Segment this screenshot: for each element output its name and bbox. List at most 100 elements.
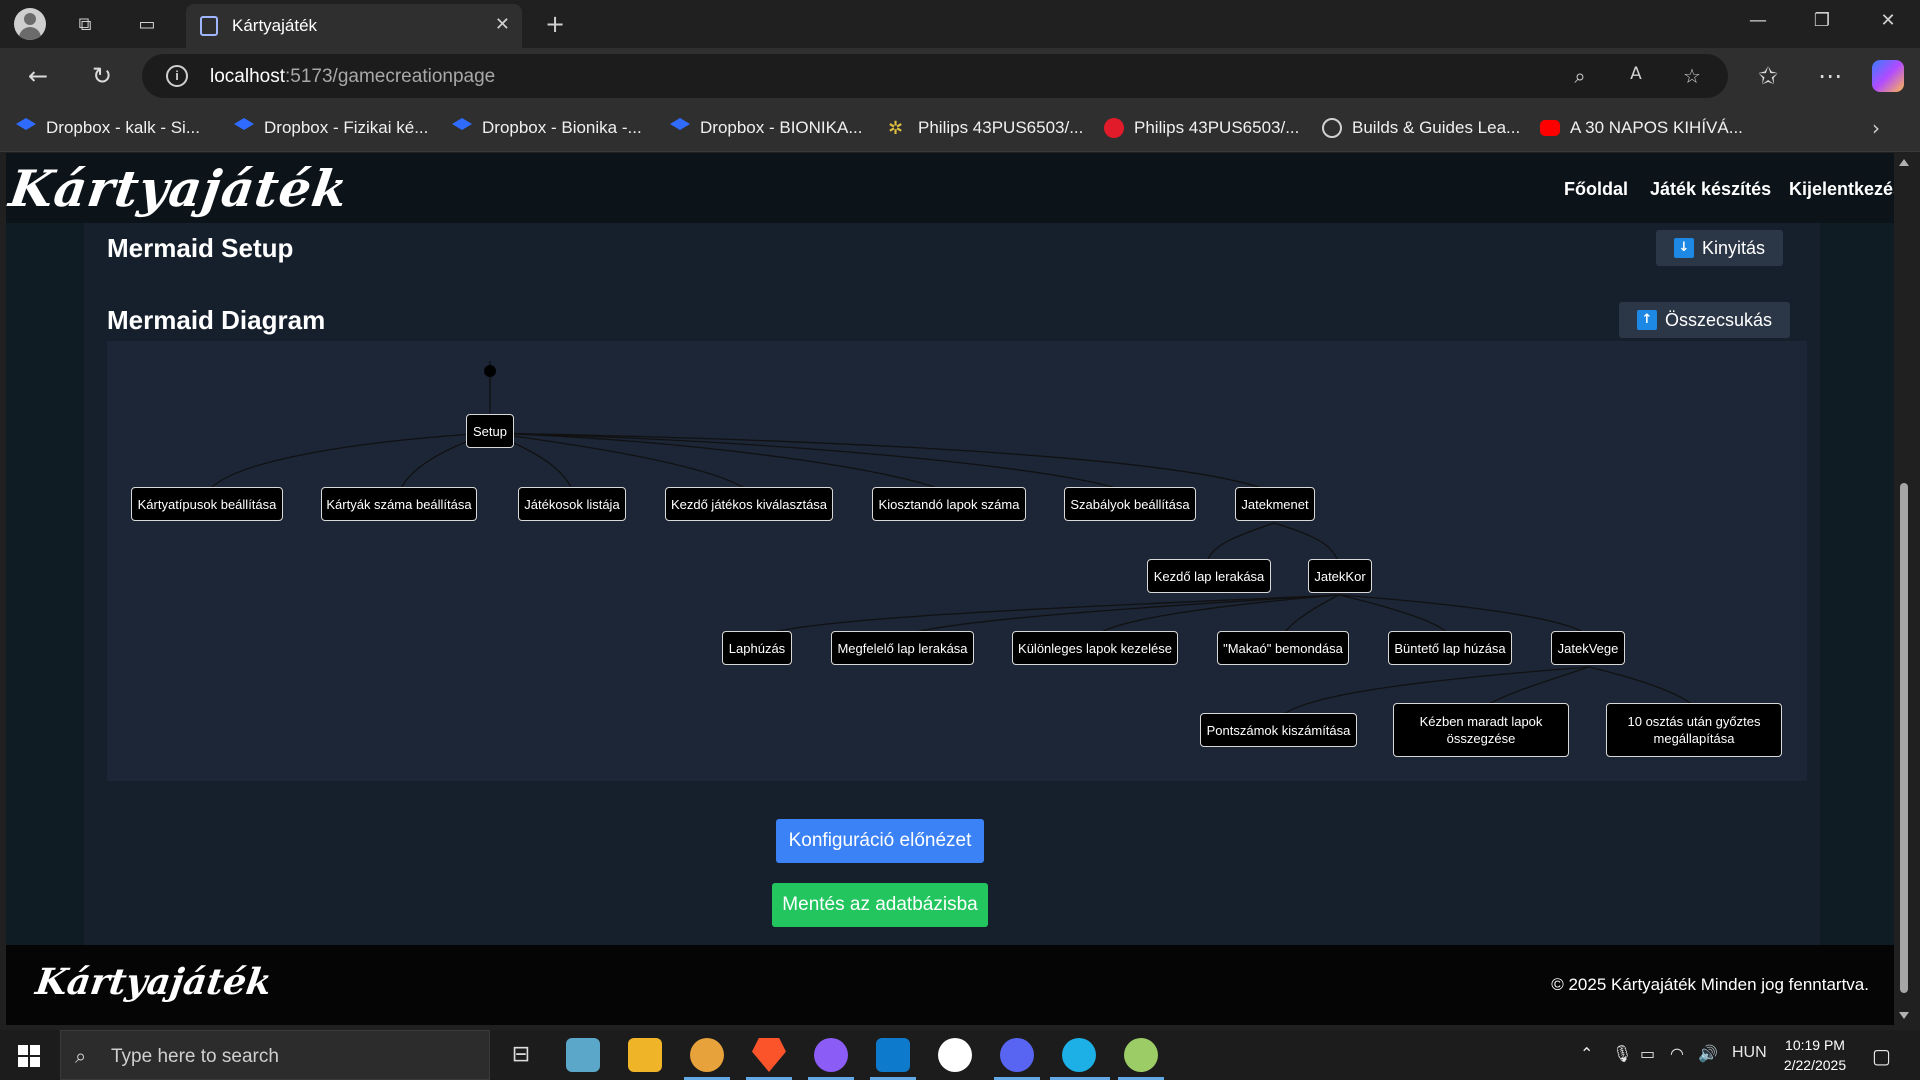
bookmark-item[interactable]: Philips 43PUS6503/... [1104,116,1299,140]
footer-logo: Kártyajáték [33,961,275,1003]
bookmark-item[interactable]: Builds & Guides Lea... [1322,116,1520,140]
dropbox-icon [670,118,690,130]
scrollbar-thumb[interactable] [1900,483,1908,993]
scroll-down-icon[interactable] [1899,1012,1909,1019]
refresh-icon[interactable]: ↻ [84,60,120,92]
github-desktop-icon[interactable] [814,1038,848,1072]
file-explorer-icon[interactable] [628,1038,662,1072]
diagram-node: Játékosok listája [518,487,626,521]
diagram-node: Pontszámok kiszámítása [1200,713,1357,747]
site-logo[interactable]: Kártyajáték [6,159,352,218]
diagram-node: Szabályok beállítása [1064,487,1196,521]
profile-avatar-icon[interactable] [14,8,46,40]
diagram-start-node [484,365,496,377]
bookmark-item[interactable]: Dropbox - kalk - Si... [16,116,200,140]
diagram-node-jatekvege: JatekVege [1551,631,1625,665]
diagram-node: Büntető lap húzása [1388,631,1512,665]
paint-app-icon[interactable] [1124,1038,1158,1072]
diagram-node: Kiosztandó lapok száma [872,487,1026,521]
browser-toolbar: ← ↻ i localhost:5173/gamecreationpage ⌕ … [0,48,1920,104]
app-icon[interactable] [690,1038,724,1072]
diagram-node: Kezdő játékos kiválasztása [665,487,833,521]
battery-icon[interactable]: ▭ [1640,1044,1655,1063]
favorite-star-icon[interactable]: ☆ [1678,64,1706,88]
diagram-node: Kártyák száma beállítása [321,487,477,521]
more-options-icon[interactable]: ⋯ [1812,60,1848,92]
scroll-up-icon[interactable] [1899,159,1909,166]
arrow-up-icon: ↑ [1637,310,1657,330]
bookmark-item[interactable]: Dropbox - BIONIKA... [670,116,863,140]
nav-link-logout[interactable]: Kijelentkezés [1789,179,1894,200]
notes-app-icon[interactable] [566,1038,600,1072]
chevron-right-icon[interactable]: › [1872,116,1880,140]
star-icon: ✲ [888,118,904,139]
search-placeholder: Type here to search [111,1046,279,1067]
diagram-node: Megfelelő lap lerakása [831,631,974,665]
windows-start-icon[interactable] [18,1045,40,1067]
taskbar-search-box[interactable]: ⌕ Type here to search [60,1030,490,1080]
back-arrow-icon[interactable]: ← [20,60,56,92]
vertical-tabs-icon[interactable]: ▭ [132,10,162,38]
wifi-icon[interactable]: ◠ [1670,1044,1684,1063]
mermaid-diagram: Setup Kártyatípusok beállítása Kártyák s… [107,341,1807,781]
page-scrollbar[interactable] [1894,153,1914,1025]
diagram-node: 10 osztás után győztes megállapítása [1606,703,1782,757]
save-to-database-button[interactable]: Mentés az adatbázisba [772,883,988,927]
windows-taskbar: ⌕ Type here to search ⊟ ⌃ 🎙 ▭ ◠ 🔊 HUN 10… [0,1030,1920,1080]
youtube-icon [1540,120,1560,136]
tab-favicon-icon [200,16,218,36]
config-preview-button[interactable]: Konfiguráció előnézet [776,819,984,863]
bookmarks-bar: Dropbox - kalk - Si... Dropbox - Fizikai… [0,104,1920,152]
copilot-icon[interactable] [1872,60,1904,92]
chevron-up-icon[interactable]: ⌃ [1580,1044,1593,1063]
url-text[interactable]: localhost:5173/gamecreationpage [210,66,495,88]
workspaces-icon[interactable]: ⧉ [70,10,100,38]
diagram-node: Laphúzás [722,631,792,665]
close-window-icon[interactable]: ✕ [1868,10,1908,38]
volume-icon[interactable]: 🔊 [1698,1044,1718,1063]
vscode-icon[interactable] [876,1038,910,1072]
restore-icon[interactable]: ❐ [1802,10,1842,38]
site-info-icon[interactable]: i [166,65,188,87]
taskbar-clock[interactable]: 10:19 PM 2/22/2025 [1770,1035,1860,1075]
diagram-section-title: Mermaid Diagram [107,305,326,335]
bookmark-item[interactable]: ✲ Philips 43PUS6503/... [888,116,1083,140]
nav-link-home[interactable]: Főoldal [1564,179,1628,200]
diagram-node: Kártyatípusok beállítása [131,487,283,521]
microphone-icon[interactable]: 🎙 [1612,1044,1632,1063]
language-indicator[interactable]: HUN [1732,1044,1767,1062]
discord-icon[interactable] [1000,1038,1034,1072]
edge-browser-icon[interactable] [1062,1038,1096,1072]
minimize-icon[interactable]: — [1738,10,1778,38]
arrow-down-icon: ↓ [1674,238,1694,258]
read-aloud-icon[interactable]: A [1622,64,1650,88]
diagram-node-jatekmenet: Jatekmenet [1235,487,1315,521]
page-viewport: Kártyajáték Főoldal Játék készítés Kijel… [6,153,1894,1025]
setup-expand-button[interactable]: ↓ Kinyitás [1656,230,1784,266]
diagram-node-setup: Setup [466,414,514,448]
task-view-icon[interactable]: ⊟ [504,1038,538,1072]
diagram-collapse-button[interactable]: ↑ Összecsukás [1619,302,1791,338]
address-bar[interactable]: i localhost:5173/gamecreationpage ⌕ A ☆ [142,54,1728,98]
bookmark-item[interactable]: A 30 NAPOS KIHÍVÁ... [1540,116,1743,140]
diagram-node-jatekkor: JatekKor [1308,559,1372,593]
notifications-icon[interactable]: ▢ [1872,1044,1891,1068]
zoom-icon[interactable]: ⌕ [1566,64,1594,88]
new-tab-icon[interactable]: + [540,10,570,38]
clock-date: 2/22/2025 [1783,1057,1847,1073]
tab-close-icon[interactable]: ✕ [495,14,510,35]
favorites-icon[interactable]: ✩ [1750,60,1786,92]
dropbox-icon [234,118,254,130]
app-icon[interactable] [938,1038,972,1072]
search-icon: ⌕ [75,1044,87,1068]
site-header: Kártyajáték Főoldal Játék készítés Kijel… [6,153,1894,223]
red-circle-icon [1104,118,1124,138]
bookmark-item[interactable]: Dropbox - Bionika -... [452,116,642,140]
browser-tab-active[interactable]: Kártyajáték ✕ [186,4,522,48]
copyright-text: © 2025 Kártyajáték Minden jog fenntartva… [1551,975,1869,994]
bookmark-item[interactable]: Dropbox - Fizikai ké... [234,116,428,140]
tab-title: Kártyajáték [232,16,318,35]
nav-link-create-game[interactable]: Játék készítés [1650,179,1771,200]
brave-browser-icon[interactable] [752,1038,786,1072]
browser-titlebar: ⧉ ▭ Kártyajáték ✕ + — ❐ ✕ [0,0,1920,48]
